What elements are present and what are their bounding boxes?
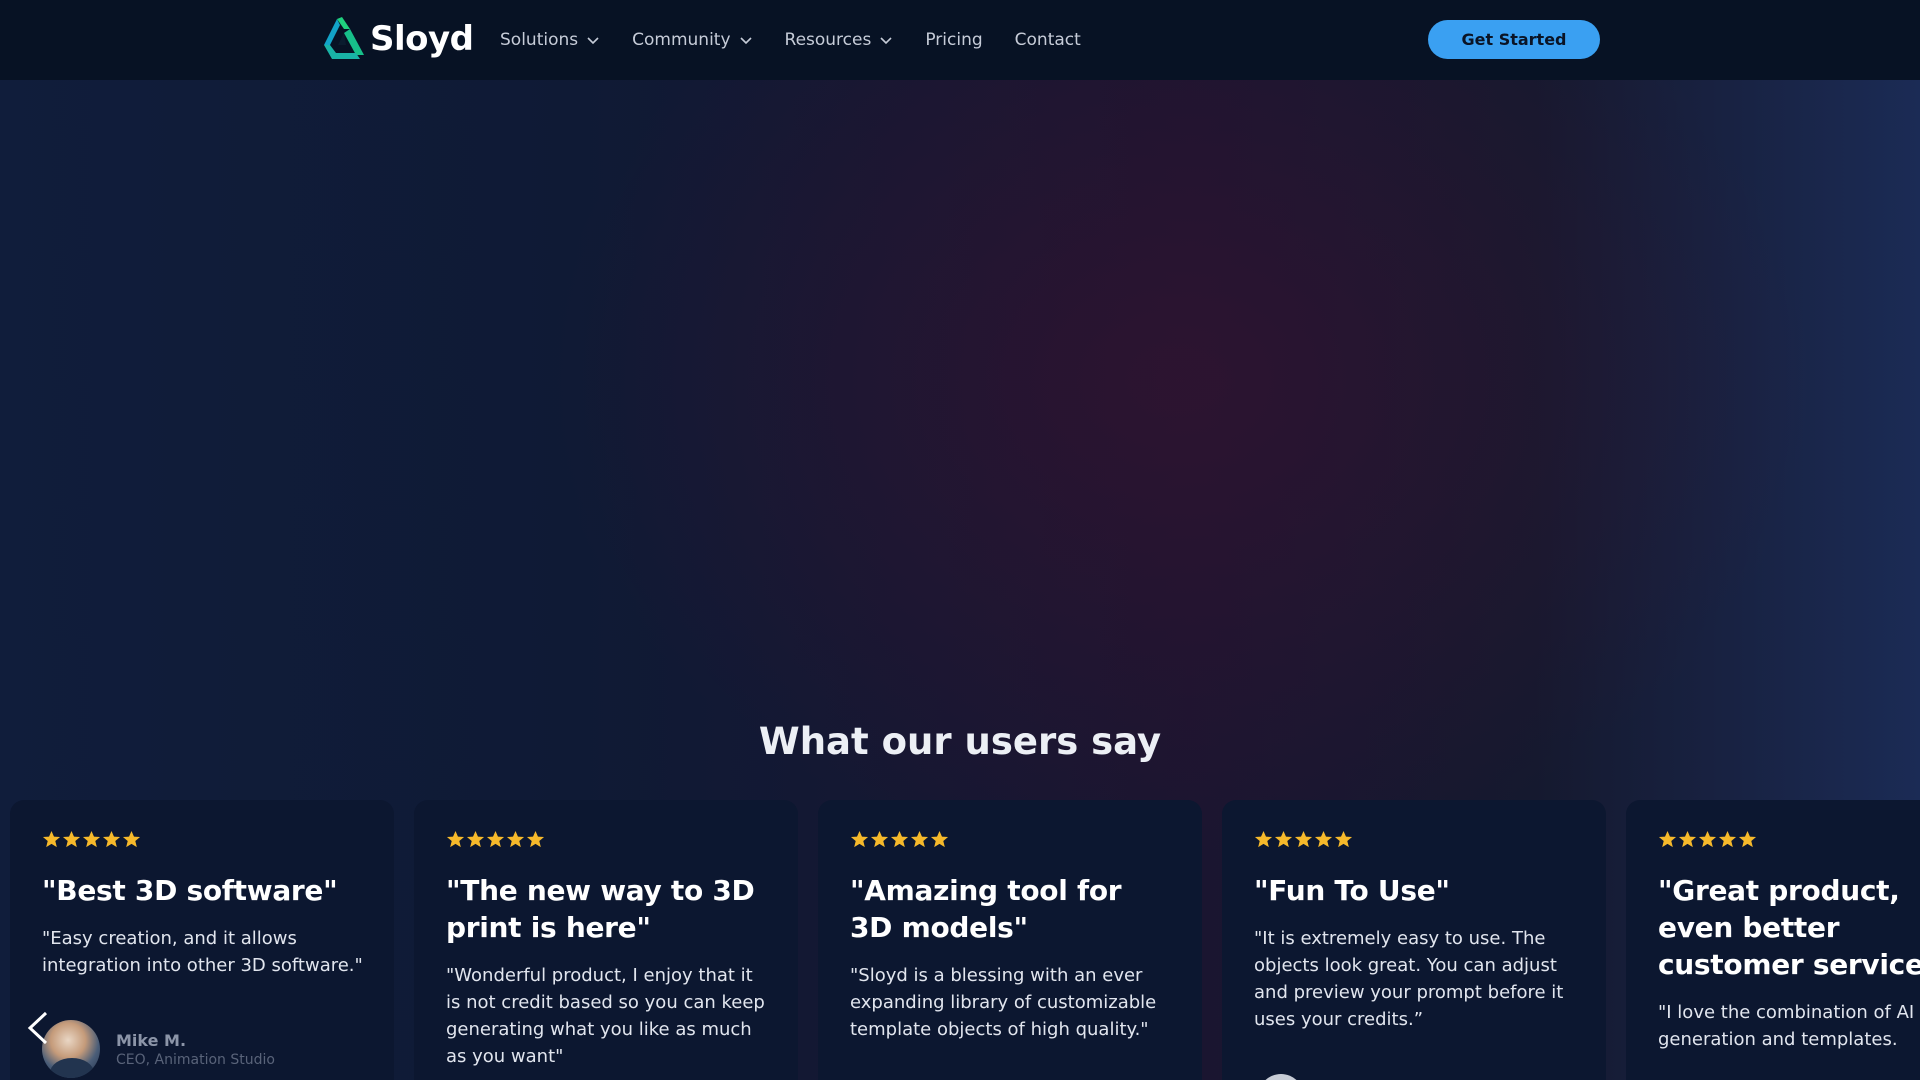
testimonial-card: "Fun To Use" "It is extremely easy to us… <box>1222 800 1606 1080</box>
star-icon <box>122 830 141 848</box>
star-rating <box>446 830 768 852</box>
page: Sloyd Solutions Community Resources Pric… <box>0 0 1920 1080</box>
nav-item-resources[interactable]: Resources <box>785 30 894 50</box>
testimonial-carousel: "Best 3D software" "Easy creation, and i… <box>10 800 1920 1080</box>
chevron-down-icon <box>880 37 892 45</box>
chevron-down-icon <box>587 37 599 45</box>
avatar <box>1258 1074 1304 1080</box>
star-rating <box>850 830 1172 852</box>
avatar <box>42 1020 100 1078</box>
testimonial-card: "Amazing tool for 3D models" "Sloyd is a… <box>818 800 1202 1080</box>
star-icon <box>466 830 485 848</box>
testimonial-card: "The new way to 3D print is here" "Wonde… <box>414 800 798 1080</box>
reviewer-info: Mike M. CEO, Animation Studio <box>116 1031 275 1068</box>
testimonial-quote: "Easy creation, and it allows integratio… <box>42 928 363 976</box>
testimonial-title: "Great product, even better customer ser… <box>1658 874 1920 981</box>
sloyd-logo-icon <box>324 17 364 59</box>
star-icon <box>910 830 929 848</box>
star-rating <box>42 830 364 852</box>
nav-item-contact[interactable]: Contact <box>1015 30 1081 50</box>
get-started-button[interactable]: Get Started <box>1428 20 1600 59</box>
testimonial-title: "Amazing tool for 3D models" <box>850 874 1122 944</box>
testimonial-card: "Best 3D software" "Easy creation, and i… <box>10 800 394 1080</box>
nav-item-solutions[interactable]: Solutions <box>500 30 600 50</box>
testimonial-quote: "Wonderful product, I enjoy that it is n… <box>446 965 765 1067</box>
star-icon <box>1698 830 1717 848</box>
brand-name: Sloyd <box>370 19 474 59</box>
nav-item-label: Pricing <box>925 30 983 50</box>
star-icon <box>42 830 61 848</box>
star-icon <box>930 830 949 848</box>
testimonial-title: "The new way to 3D print is here" <box>446 874 755 944</box>
star-icon <box>506 830 525 848</box>
star-icon <box>1274 830 1293 848</box>
star-rating <box>1254 830 1576 852</box>
star-icon <box>62 830 81 848</box>
testimonials-title: What our users say <box>758 720 1162 763</box>
star-icon <box>1314 830 1333 848</box>
nav-item-label: Community <box>632 30 731 50</box>
star-icon <box>1678 830 1697 848</box>
star-icon <box>850 830 869 848</box>
star-icon <box>486 830 505 848</box>
nav-item-label: Contact <box>1014 30 1081 50</box>
chevron-down-icon <box>739 37 752 45</box>
star-icon <box>102 830 121 848</box>
testimonial-card: "Great product, even better customer ser… <box>1626 800 1920 1080</box>
nav-item-pricing[interactable]: Pricing <box>925 30 982 50</box>
nav-item-label: Resources <box>784 30 872 50</box>
testimonial-quote: "I love the combination of AI generation… <box>1658 1002 1915 1050</box>
reviewer-name: Mike M. <box>116 1030 187 1050</box>
chevron-left-icon[interactable] <box>26 1010 50 1046</box>
nav-item-label: Solutions <box>500 30 579 50</box>
brand-logo[interactable]: Sloyd <box>320 14 474 64</box>
nav-menu: Solutions Community Resources Pricing Co… <box>500 0 1113 80</box>
star-rating <box>1658 830 1920 852</box>
reviewer: Mike M. CEO, Animation Studio <box>42 1020 275 1078</box>
testimonial-title: "Fun To Use" <box>1254 874 1450 907</box>
reviewer-role: CEO, Animation Studio <box>116 1051 275 1068</box>
star-icon <box>1294 830 1313 848</box>
nav-item-community[interactable]: Community <box>632 30 752 50</box>
star-icon <box>1254 830 1273 848</box>
testimonial-title: "Best 3D software" <box>42 874 338 907</box>
star-icon <box>1334 830 1353 848</box>
star-icon <box>870 830 889 848</box>
star-icon <box>1738 830 1757 848</box>
testimonial-quote: "Sloyd is a blessing with an ever expand… <box>850 965 1157 1040</box>
star-icon <box>1658 830 1677 848</box>
star-icon <box>82 830 101 848</box>
star-icon <box>1718 830 1737 848</box>
star-icon <box>890 830 909 848</box>
testimonial-quote: "It is extremely easy to use. The object… <box>1254 928 1564 1030</box>
star-icon <box>446 830 465 848</box>
star-icon <box>526 830 545 848</box>
navbar: Sloyd Solutions Community Resources Pric… <box>0 0 1920 80</box>
